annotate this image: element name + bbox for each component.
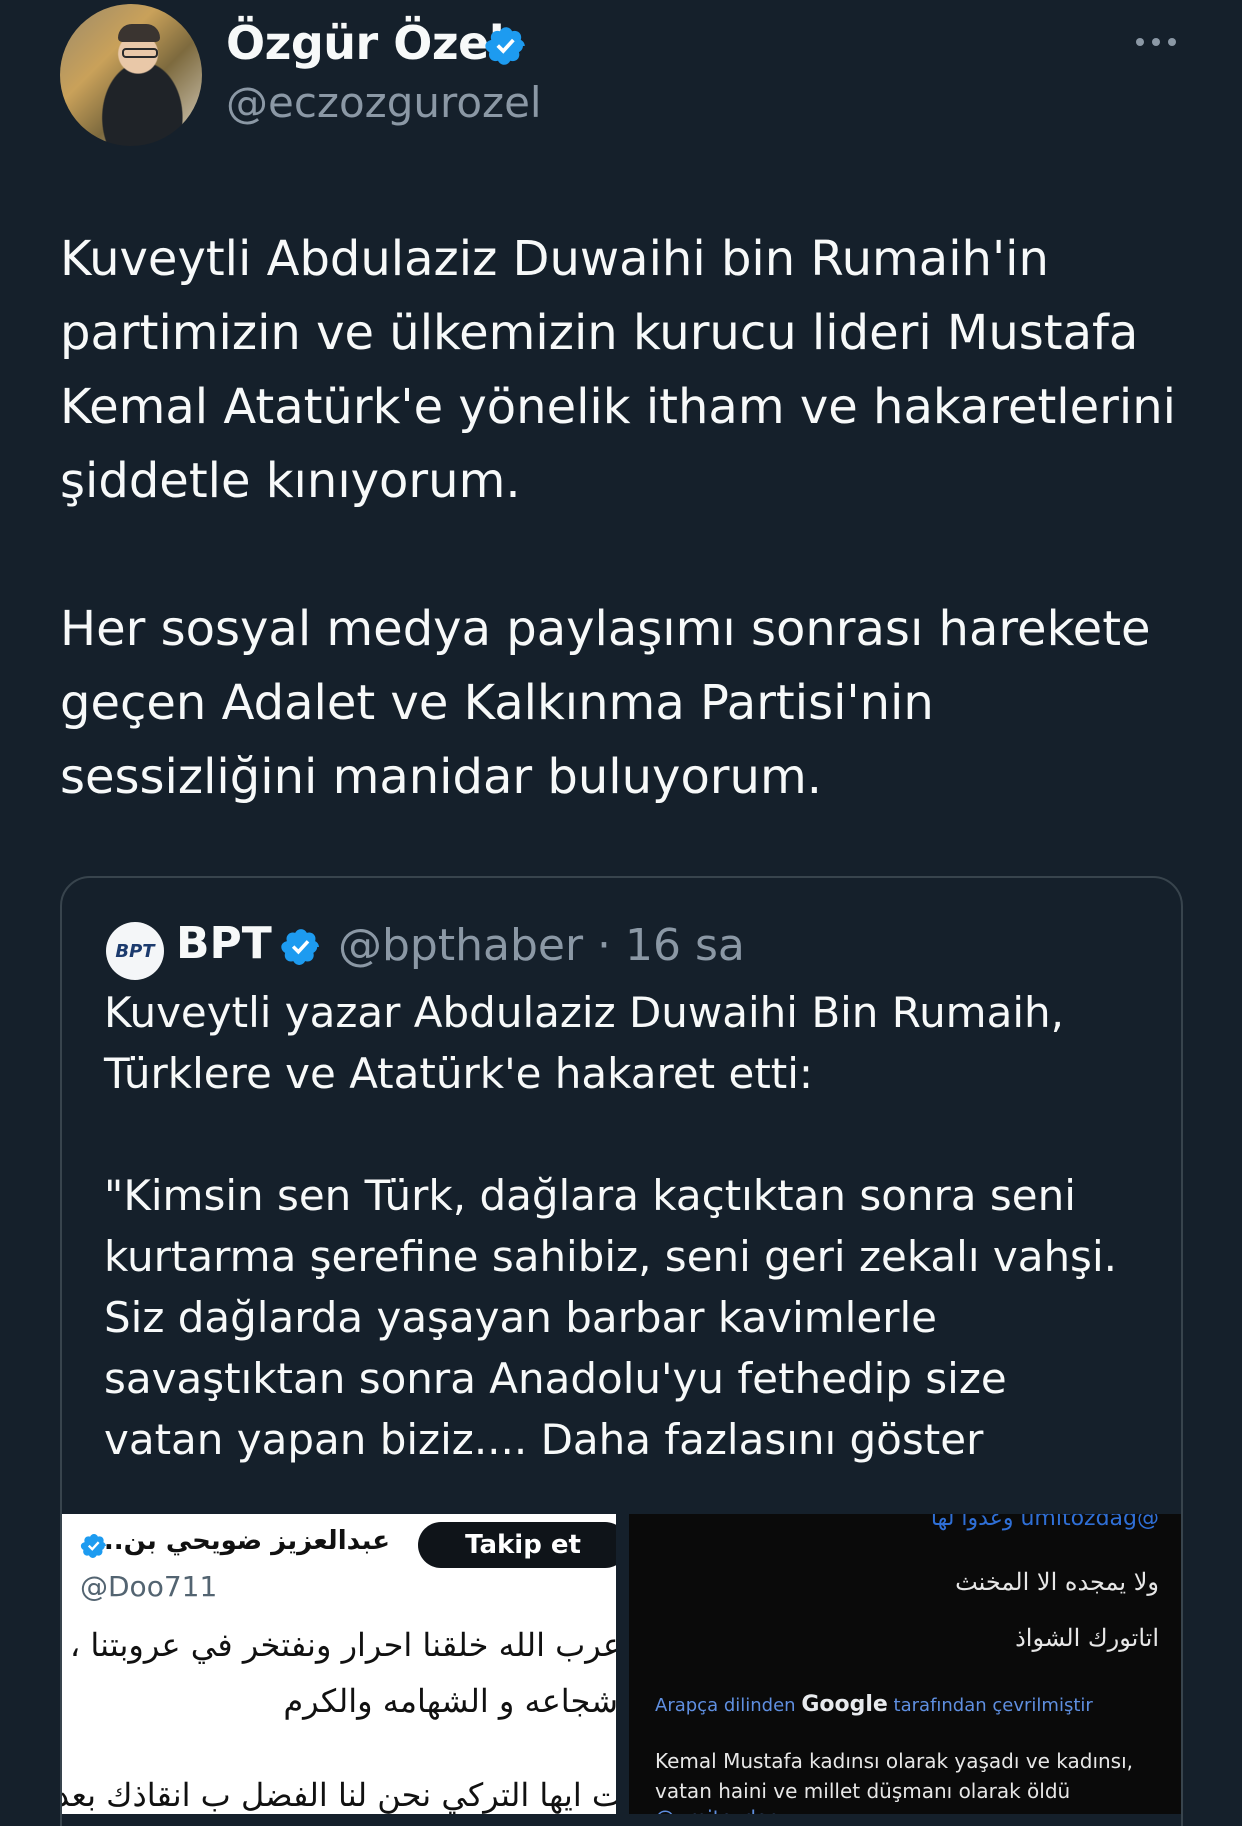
translated-text: Kemal Mustafa kadınsı olarak yaşadı ve k… bbox=[655, 1749, 1134, 1803]
avatar-glasses bbox=[122, 48, 158, 58]
quote-author-avatar[interactable]: BPT bbox=[106, 922, 164, 980]
author-name[interactable]: Özgür Özel bbox=[226, 16, 505, 70]
quote-verified-badge-icon bbox=[281, 929, 319, 965]
author-avatar[interactable] bbox=[60, 4, 202, 146]
embedded-text-line-1: عرب الله خلقنا احرار ونفتخر في عروبتنا ، bbox=[69, 1626, 616, 1664]
quote-media-image-right[interactable]: @umitozdag وعدوا لها ولا يمجده الا المخن… bbox=[629, 1514, 1181, 1814]
embedded-text-line-3: ت ايها التركي نحن لنا الفضل ب انقاذك بعد bbox=[62, 1776, 616, 1814]
tweet-text: Kuveytli Abdulaziz Duwaihi bin Rumaih'in… bbox=[60, 231, 1176, 805]
quote-author-handle-and-time[interactable]: @bpthaber · 16 sa bbox=[338, 920, 745, 971]
quoted-tweet[interactable]: BPT BPT @bpthaber · 16 sa Kuveytli yazar… bbox=[60, 876, 1183, 1826]
quote-author-name[interactable]: BPT bbox=[176, 918, 272, 969]
embedded-top-line: @umitozdag وعدوا لها bbox=[930, 1514, 1159, 1531]
embedded-text-line-2: شجاعه و الشهامه والكرم bbox=[283, 1682, 616, 1720]
quote-media-image-left[interactable]: عبدالعزيز ضويحي بن... @Doo711 Takip et ع… bbox=[62, 1514, 616, 1814]
embedded-arabic-line-2: اتاتورك الشواذ bbox=[1015, 1624, 1159, 1652]
embedded-follow-button: Takip et bbox=[418, 1522, 616, 1568]
verified-badge-icon bbox=[485, 27, 525, 65]
quote-avatar-logo-text: BPT bbox=[115, 940, 155, 962]
translation-suffix: tarafından çevrilmiştir bbox=[893, 1695, 1093, 1716]
embedded-arabic-line-1: ولا يمجده الا المخنث bbox=[955, 1568, 1159, 1596]
translation-prefix: Arapça dilinden bbox=[655, 1695, 796, 1716]
avatar-hair bbox=[118, 24, 160, 42]
translation-attribution: Arapça dilinden Google tarafından çevril… bbox=[655, 1692, 1093, 1717]
embedded-author-name: عبدالعزيز ضويحي بن... bbox=[94, 1526, 390, 1556]
embedded-verified-badge-icon bbox=[80, 1534, 106, 1558]
google-logo-text: Google bbox=[801, 1692, 888, 1717]
quote-text: Kuveytli yazar Abdulaziz Duwaihi Bin Rum… bbox=[104, 988, 1117, 1464]
embedded-author-handle: @Doo711 bbox=[80, 1570, 218, 1603]
author-handle[interactable]: @eczozgurozel bbox=[226, 78, 542, 127]
more-horizontal-icon[interactable] bbox=[1132, 28, 1180, 56]
embedded-mention: @umitozdag bbox=[655, 1806, 781, 1814]
